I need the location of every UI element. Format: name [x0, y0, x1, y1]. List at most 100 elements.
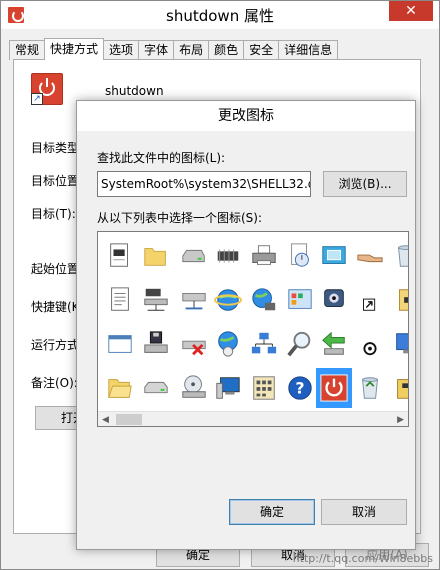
tab-font[interactable]: 字体: [138, 40, 175, 60]
close-button[interactable]: ✕: [389, 1, 433, 21]
network-drive-icon: [144, 288, 168, 311]
dialog-ok-button[interactable]: 确定: [229, 499, 315, 525]
scroll-right-icon[interactable]: ▶: [397, 415, 404, 425]
icon-cell[interactable]: [352, 368, 388, 408]
browse-button[interactable]: 浏览(B)...: [323, 171, 407, 197]
window-icon: [108, 335, 132, 353]
icon-list-label: 从以下列表中选择一个图标(S):: [97, 211, 263, 225]
tab-options[interactable]: 选项: [103, 40, 140, 60]
scrollbar-thumb[interactable]: [116, 414, 142, 425]
computer-icon: [216, 377, 240, 399]
icon-cell[interactable]: [176, 236, 212, 276]
find-icons-label: 查找此文件中的图标(L):: [97, 151, 226, 165]
dialog-title[interactable]: 更改图标: [77, 101, 415, 131]
hard-disk-icon: [144, 381, 168, 394]
icon-cell[interactable]: [352, 324, 388, 364]
comment-label: 备注(O):: [31, 376, 78, 390]
icon-cell[interactable]: [282, 280, 318, 320]
horizontal-scrollbar[interactable]: ◀ ▶: [98, 411, 408, 426]
icon-cell[interactable]: [210, 280, 246, 320]
icon-cell[interactable]: [138, 324, 174, 364]
globe-mouse-icon: [218, 331, 238, 357]
blank-document-icon: [110, 243, 128, 267]
power-icon: [320, 374, 348, 402]
shortcut-key-label: 快捷键(K: [31, 300, 80, 314]
recycle-bin-empty-icon: [398, 245, 408, 267]
icon-cell[interactable]: [316, 236, 352, 276]
dialog-cancel-button[interactable]: 取消: [321, 499, 407, 525]
icon-cell[interactable]: [176, 280, 212, 320]
internet-globe-icon: [214, 289, 242, 311]
start-in-label: 起始位置: [31, 262, 80, 276]
monitor-frame-icon: [322, 246, 346, 264]
icon-cell[interactable]: [102, 368, 138, 408]
icon-cell[interactable]: [138, 368, 174, 408]
chip-icon: [217, 249, 239, 263]
shared-drive-icon: [182, 293, 206, 310]
network-globe-icon: [252, 288, 276, 311]
shortcut-arrow-icon: [363, 298, 376, 311]
magnifier-icon: [287, 331, 311, 357]
scroll-left-icon[interactable]: ◀: [102, 415, 109, 425]
icon-cell[interactable]: [282, 324, 318, 364]
icon-cell[interactable]: [210, 324, 246, 364]
tab-security[interactable]: 安全: [243, 40, 280, 60]
folder-open-icon: [108, 379, 132, 398]
icon-cell[interactable]: [352, 236, 388, 276]
tab-details[interactable]: 详细信息: [278, 40, 339, 60]
icon-cell[interactable]: [388, 324, 408, 364]
icon-cell[interactable]: [246, 280, 282, 320]
icon-cell[interactable]: [388, 368, 408, 408]
icon-cell[interactable]: [176, 324, 212, 364]
folder-box-icon: [399, 289, 408, 311]
icon-cell[interactable]: [316, 280, 352, 320]
icon-cell[interactable]: [138, 280, 174, 320]
icon-cell[interactable]: [102, 324, 138, 364]
printer-icon: [252, 245, 276, 265]
tab-layout[interactable]: 布局: [173, 40, 210, 60]
window-title: shutdown 属性: [166, 7, 274, 25]
tab-general[interactable]: 常规: [9, 40, 46, 60]
icon-cell[interactable]: [246, 368, 282, 408]
tab-bar: 常规 快捷方式 选项 字体 布局 颜色 安全 详细信息: [9, 38, 339, 60]
icon-grid: ?: [98, 232, 408, 412]
icon-cell[interactable]: [246, 324, 282, 364]
control-panel-icon: [288, 289, 312, 309]
icon-cell[interactable]: [102, 236, 138, 276]
clock-document-icon: [291, 243, 309, 267]
icon-cell[interactable]: [246, 236, 282, 276]
icon-cell[interactable]: [210, 368, 246, 408]
icon-cell[interactable]: [316, 368, 352, 408]
shortcut-name: shutdown: [105, 84, 164, 98]
icon-cell[interactable]: [388, 280, 408, 320]
run-label: 运行方式: [31, 338, 80, 352]
icon-cell[interactable]: [210, 236, 246, 276]
icon-cell[interactable]: [102, 280, 138, 320]
icon-cell[interactable]: [176, 368, 212, 408]
shared-hand-icon: [357, 254, 383, 263]
watermark: http://t.qq.com/Win8ebbs: [292, 552, 433, 565]
text-document-icon: [111, 287, 129, 311]
icon-cell[interactable]: [316, 324, 352, 364]
calculator-grid-icon: [253, 376, 275, 400]
svg-text:?: ?: [295, 379, 304, 398]
icon-cell[interactable]: [282, 236, 318, 276]
toolbox-icon: [397, 379, 408, 399]
tab-colors[interactable]: 颜色: [208, 40, 245, 60]
window-titlebar[interactable]: shutdown 属性 ✕: [1, 1, 439, 29]
change-icon-dialog: 更改图标 查找此文件中的图标(L): SystemRoot%\system32\…: [76, 100, 416, 550]
icon-cell[interactable]: [352, 280, 388, 320]
tab-shortcut[interactable]: 快捷方式: [44, 38, 105, 60]
target-location-label: 目标位置: [31, 174, 80, 188]
shortcut-arrow-icon: ↗: [31, 93, 43, 105]
icon-list[interactable]: ? ◀ ▶: [97, 231, 409, 427]
icon-file-path-input[interactable]: SystemRoot%\system32\SHELL32.dll: [97, 171, 311, 197]
cd-small-icon: [363, 342, 377, 356]
icon-cell[interactable]: [138, 236, 174, 276]
folder-icon: [144, 248, 166, 266]
webcam-icon: [324, 289, 344, 307]
target-label: 目标(T):: [31, 207, 76, 221]
icon-cell[interactable]: [388, 236, 408, 276]
icon-cell[interactable]: ?: [282, 368, 318, 408]
target-type-label: 目标类型: [31, 141, 80, 155]
